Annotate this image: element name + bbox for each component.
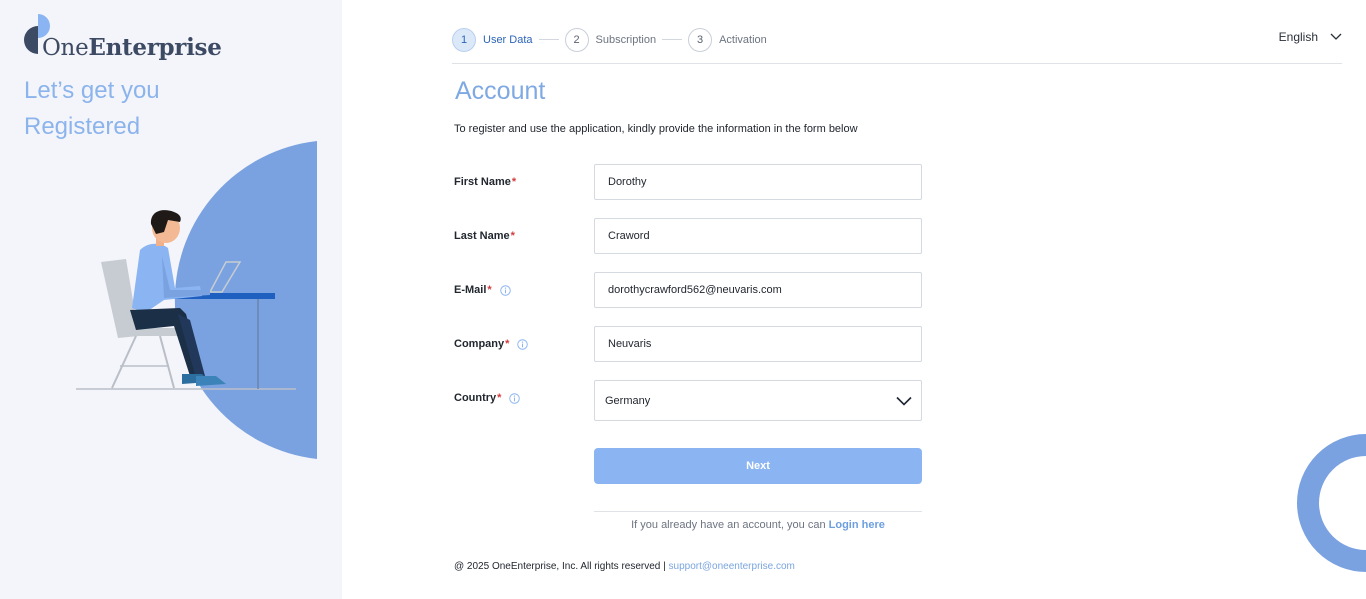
- email-input[interactable]: dorothycrawford562@neuvaris.com: [594, 272, 922, 308]
- required-marker: *: [497, 392, 502, 404]
- step-activation[interactable]: 3 Activation: [688, 27, 767, 52]
- person-at-laptop-illustration: [76, 141, 317, 459]
- first-name-label: First Name *: [454, 176, 517, 188]
- step-subscription[interactable]: 2 Subscription: [564, 27, 657, 52]
- form-description: To register and use the application, kin…: [454, 123, 858, 135]
- company-label: Company *: [454, 338, 529, 350]
- country-label: Country *: [454, 392, 521, 404]
- info-icon[interactable]: [499, 284, 511, 296]
- info-icon[interactable]: [517, 338, 529, 350]
- copyright-text: @ 2025 OneEnterprise, Inc. All rights re…: [454, 561, 666, 572]
- footer: @ 2025 OneEnterprise, Inc. All rights re…: [454, 561, 795, 572]
- step-label: User Data: [483, 33, 533, 46]
- left-panel: OneEnterprise Let’s get you Registered: [0, 0, 342, 599]
- step-connector: [538, 39, 559, 40]
- next-button[interactable]: Next: [594, 448, 922, 484]
- page-title: Account: [455, 77, 546, 105]
- company-input[interactable]: Neuvaris: [594, 326, 922, 362]
- language-label: English: [1278, 30, 1318, 44]
- step-number: 3: [688, 27, 713, 52]
- required-marker: *: [487, 284, 492, 296]
- last-name-value: Craword: [608, 230, 650, 242]
- support-email-link[interactable]: support@oneenterprise.com: [669, 561, 795, 572]
- chevron-down-icon: [1330, 33, 1342, 40]
- first-name-value: Dorothy: [608, 176, 647, 188]
- step-number: 2: [564, 27, 589, 52]
- step-label: Activation: [719, 33, 767, 46]
- country-select[interactable]: Germany: [594, 380, 922, 421]
- required-marker: *: [510, 230, 515, 242]
- language-select[interactable]: English: [1279, 30, 1342, 44]
- tagline: Let’s get you Registered: [24, 77, 160, 140]
- step-number: 1: [452, 27, 476, 52]
- login-prompt: If you already have an account, you can …: [631, 519, 885, 531]
- company-value: Neuvaris: [608, 338, 652, 350]
- main-content: 1 User Data 2 Subscription 3 Activation …: [452, 0, 1342, 599]
- info-icon[interactable]: [509, 392, 521, 404]
- step-label: Subscription: [595, 33, 657, 46]
- form-divider: [594, 511, 922, 512]
- last-name-input[interactable]: Craword: [594, 218, 922, 254]
- header-divider: [452, 63, 1342, 64]
- email-label: E-Mail *: [454, 284, 511, 296]
- last-name-label: Last Name *: [454, 230, 515, 242]
- decorative-ring: [1297, 434, 1366, 572]
- step-connector: [662, 39, 683, 40]
- email-value: dorothycrawford562@neuvaris.com: [608, 284, 782, 296]
- required-marker: *: [511, 176, 517, 188]
- country-value: Germany: [605, 394, 651, 407]
- step-user-data[interactable]: 1 User Data: [452, 27, 533, 52]
- login-link[interactable]: Login here: [829, 519, 885, 531]
- registration-stepper: 1 User Data 2 Subscription 3 Activation: [452, 27, 767, 52]
- required-marker: *: [505, 338, 510, 350]
- chevron-down-icon: [896, 396, 912, 406]
- logo-wordmark: OneEnterprise: [42, 34, 222, 61]
- first-name-input[interactable]: Dorothy: [594, 164, 922, 200]
